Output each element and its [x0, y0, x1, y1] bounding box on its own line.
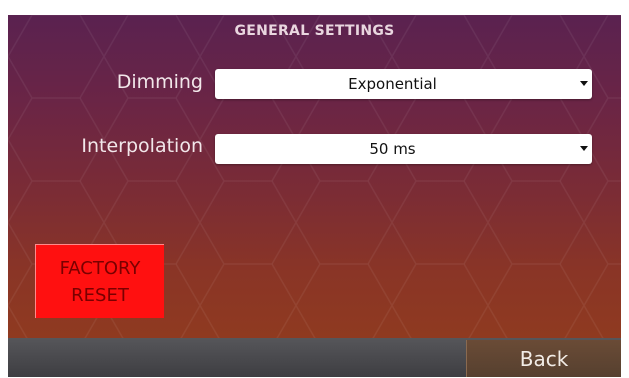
interpolation-label: Interpolation: [81, 135, 203, 157]
dimming-label: Dimming: [116, 71, 203, 93]
interpolation-selected-value: 50 ms: [369, 140, 416, 158]
factory-reset-button[interactable]: FACTORY RESET: [35, 244, 164, 318]
dimming-selected-value: Exponential: [348, 75, 437, 93]
caret-down-icon: [580, 146, 588, 151]
dimming-dropdown[interactable]: Exponential: [215, 69, 592, 99]
factory-reset-label-line2: RESET: [71, 284, 129, 306]
back-button[interactable]: Back: [466, 340, 621, 377]
factory-reset-label-line1: FACTORY: [59, 257, 141, 279]
main-panel: GENERAL SETTINGS Dimming Exponential Int…: [8, 15, 621, 338]
page-title: GENERAL SETTINGS: [234, 23, 395, 39]
interpolation-dropdown[interactable]: 50 ms: [215, 134, 592, 164]
settings-screen: GENERAL SETTINGS Dimming Exponential Int…: [8, 15, 621, 377]
caret-down-icon: [580, 81, 588, 86]
